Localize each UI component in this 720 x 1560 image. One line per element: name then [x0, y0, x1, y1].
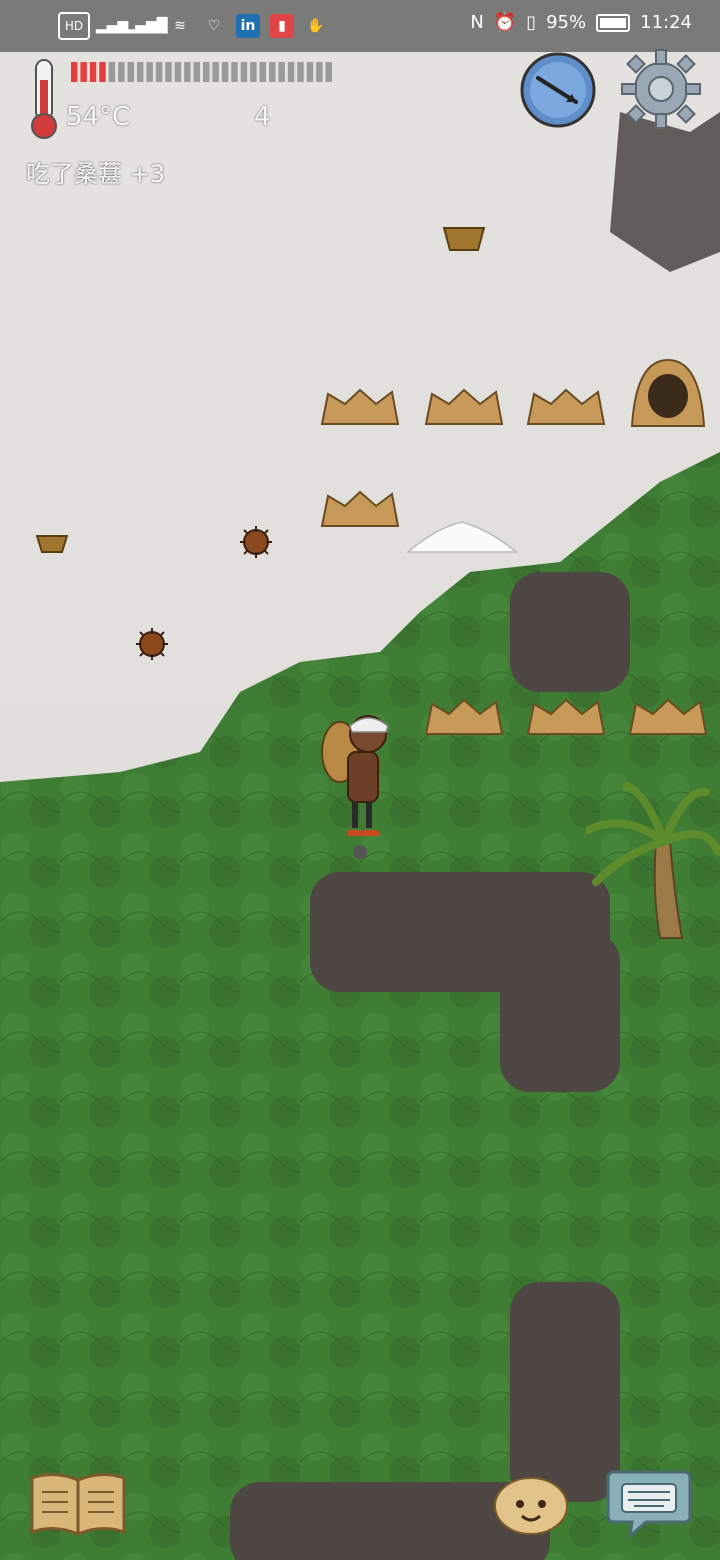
- book-app-icon: ▮: [270, 14, 294, 38]
- game-world[interactable]: [0, 52, 720, 1560]
- keyboard-icon[interactable]: [606, 1466, 692, 1538]
- health-segment-empty: [165, 62, 172, 82]
- spiky-bur[interactable]: [134, 626, 170, 662]
- health-segment-empty: [316, 62, 323, 82]
- health-segment-empty: [221, 62, 229, 82]
- dirt-patch: [510, 572, 630, 692]
- compass-icon[interactable]: [518, 50, 598, 130]
- health-segment-empty: [184, 62, 191, 82]
- status-time: 11:24: [640, 12, 692, 33]
- glove-icon: ✋: [307, 18, 325, 34]
- health-segment-filled: [89, 62, 97, 82]
- health-segment-empty: [250, 62, 257, 82]
- health-segment-empty: [325, 62, 332, 82]
- health-segment-empty: [212, 62, 219, 82]
- health-segment-empty: [174, 62, 182, 82]
- status-right: N ⏰ ▯ 95% 11:24: [470, 12, 692, 33]
- book-icon[interactable]: [28, 1470, 128, 1536]
- health-segment-empty: [269, 62, 276, 82]
- spiky-bur[interactable]: [238, 524, 274, 560]
- wifi-icon: ≋: [174, 18, 186, 34]
- health-segment-empty: [287, 62, 295, 82]
- dirt-patch: [510, 1282, 620, 1502]
- alarm-icon: ⏰: [493, 12, 517, 33]
- white-pile[interactable]: [406, 518, 518, 554]
- signal-x-icon: ▂▄▆: [95, 18, 129, 34]
- linkedin-icon: in: [236, 14, 260, 38]
- hay-pile[interactable]: [526, 386, 606, 426]
- health-segment-empty: [203, 62, 210, 82]
- health-segment-filled: [71, 62, 78, 82]
- status-bar: HD ▂▄▆ ▂▄▆█ ≋ ♡ in ▮ ✋ N ⏰ ▯ 95% 11:24: [0, 0, 720, 52]
- thermometer-icon: [31, 59, 57, 139]
- health-segment-empty: [297, 62, 304, 82]
- signal-4g-icon: ▂▄▆█: [124, 18, 168, 34]
- health-segment-empty: [118, 62, 125, 82]
- health-segment-empty: [108, 62, 116, 82]
- battery-icon: [596, 13, 631, 32]
- player-character[interactable]: [320, 712, 396, 862]
- basket[interactable]: [36, 532, 68, 554]
- hay-shelter[interactable]: [630, 356, 706, 428]
- hay-pile[interactable]: [424, 386, 504, 426]
- item-count: 4: [254, 102, 271, 132]
- health-segment-empty: [193, 62, 200, 82]
- health-segment-empty: [231, 62, 238, 82]
- temperature-readout: 54°C: [66, 102, 131, 132]
- event-message: 吃了桑葚 +3: [26, 160, 166, 188]
- health-segment-filled: [80, 62, 87, 82]
- health-segment-empty: [155, 62, 163, 82]
- hay-pile[interactable]: [628, 696, 708, 736]
- basket[interactable]: [442, 222, 486, 252]
- health-segment-filled: [99, 62, 106, 82]
- nfc-icon: N: [470, 12, 484, 33]
- vibrate-icon: ▯: [526, 12, 537, 33]
- battery-percent: 95%: [546, 12, 587, 33]
- health-segment-empty: [137, 62, 144, 82]
- hd-icon: HD: [58, 12, 90, 40]
- status-left-icons: HD ▂▄▆ ▂▄▆█ ≋ ♡ in ▮ ✋: [58, 12, 328, 40]
- hay-pile[interactable]: [526, 696, 606, 736]
- health-segment-empty: [306, 62, 314, 82]
- potato-face-icon[interactable]: [492, 1472, 570, 1536]
- gear-icon[interactable]: [620, 48, 702, 130]
- health-segment-empty: [127, 62, 134, 82]
- heart-icon: ♡: [207, 18, 221, 34]
- health-bar: [71, 62, 332, 82]
- health-segment-empty: [240, 62, 248, 82]
- hay-pile[interactable]: [320, 488, 400, 528]
- hay-pile[interactable]: [424, 696, 504, 736]
- health-segment-empty: [259, 62, 266, 82]
- health-segment-empty: [278, 62, 285, 82]
- palm-tree[interactable]: [586, 782, 720, 942]
- health-segment-empty: [146, 62, 153, 82]
- dirt-patch: [500, 932, 620, 1092]
- hay-pile[interactable]: [320, 386, 400, 426]
